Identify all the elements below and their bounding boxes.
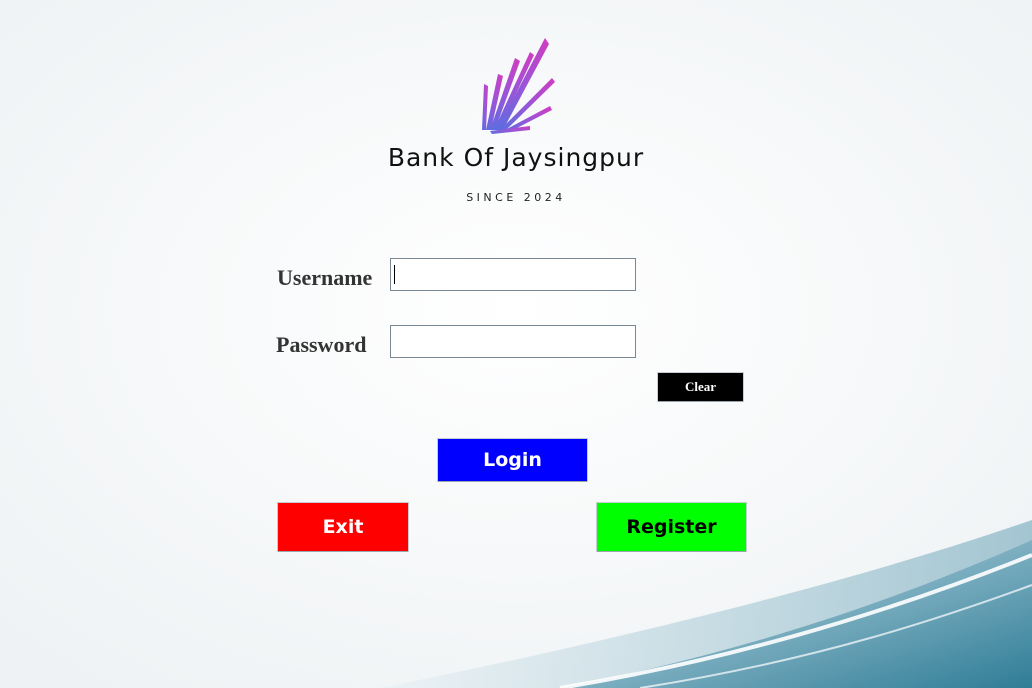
login-button[interactable]: Login: [438, 439, 587, 481]
username-input[interactable]: [390, 258, 636, 291]
password-label: Password: [276, 332, 367, 357]
register-button[interactable]: Register: [597, 503, 746, 551]
username-label: Username: [277, 265, 373, 290]
clear-button[interactable]: Clear: [658, 373, 743, 401]
brand-since-tagline: SINCE 2024: [466, 191, 566, 204]
password-input[interactable]: [390, 325, 636, 358]
exit-button[interactable]: Exit: [278, 503, 408, 551]
text-caret: [394, 265, 395, 284]
brand-title: Bank Of Jaysingpur: [387, 143, 645, 172]
bank-logo-icon: [482, 38, 555, 134]
